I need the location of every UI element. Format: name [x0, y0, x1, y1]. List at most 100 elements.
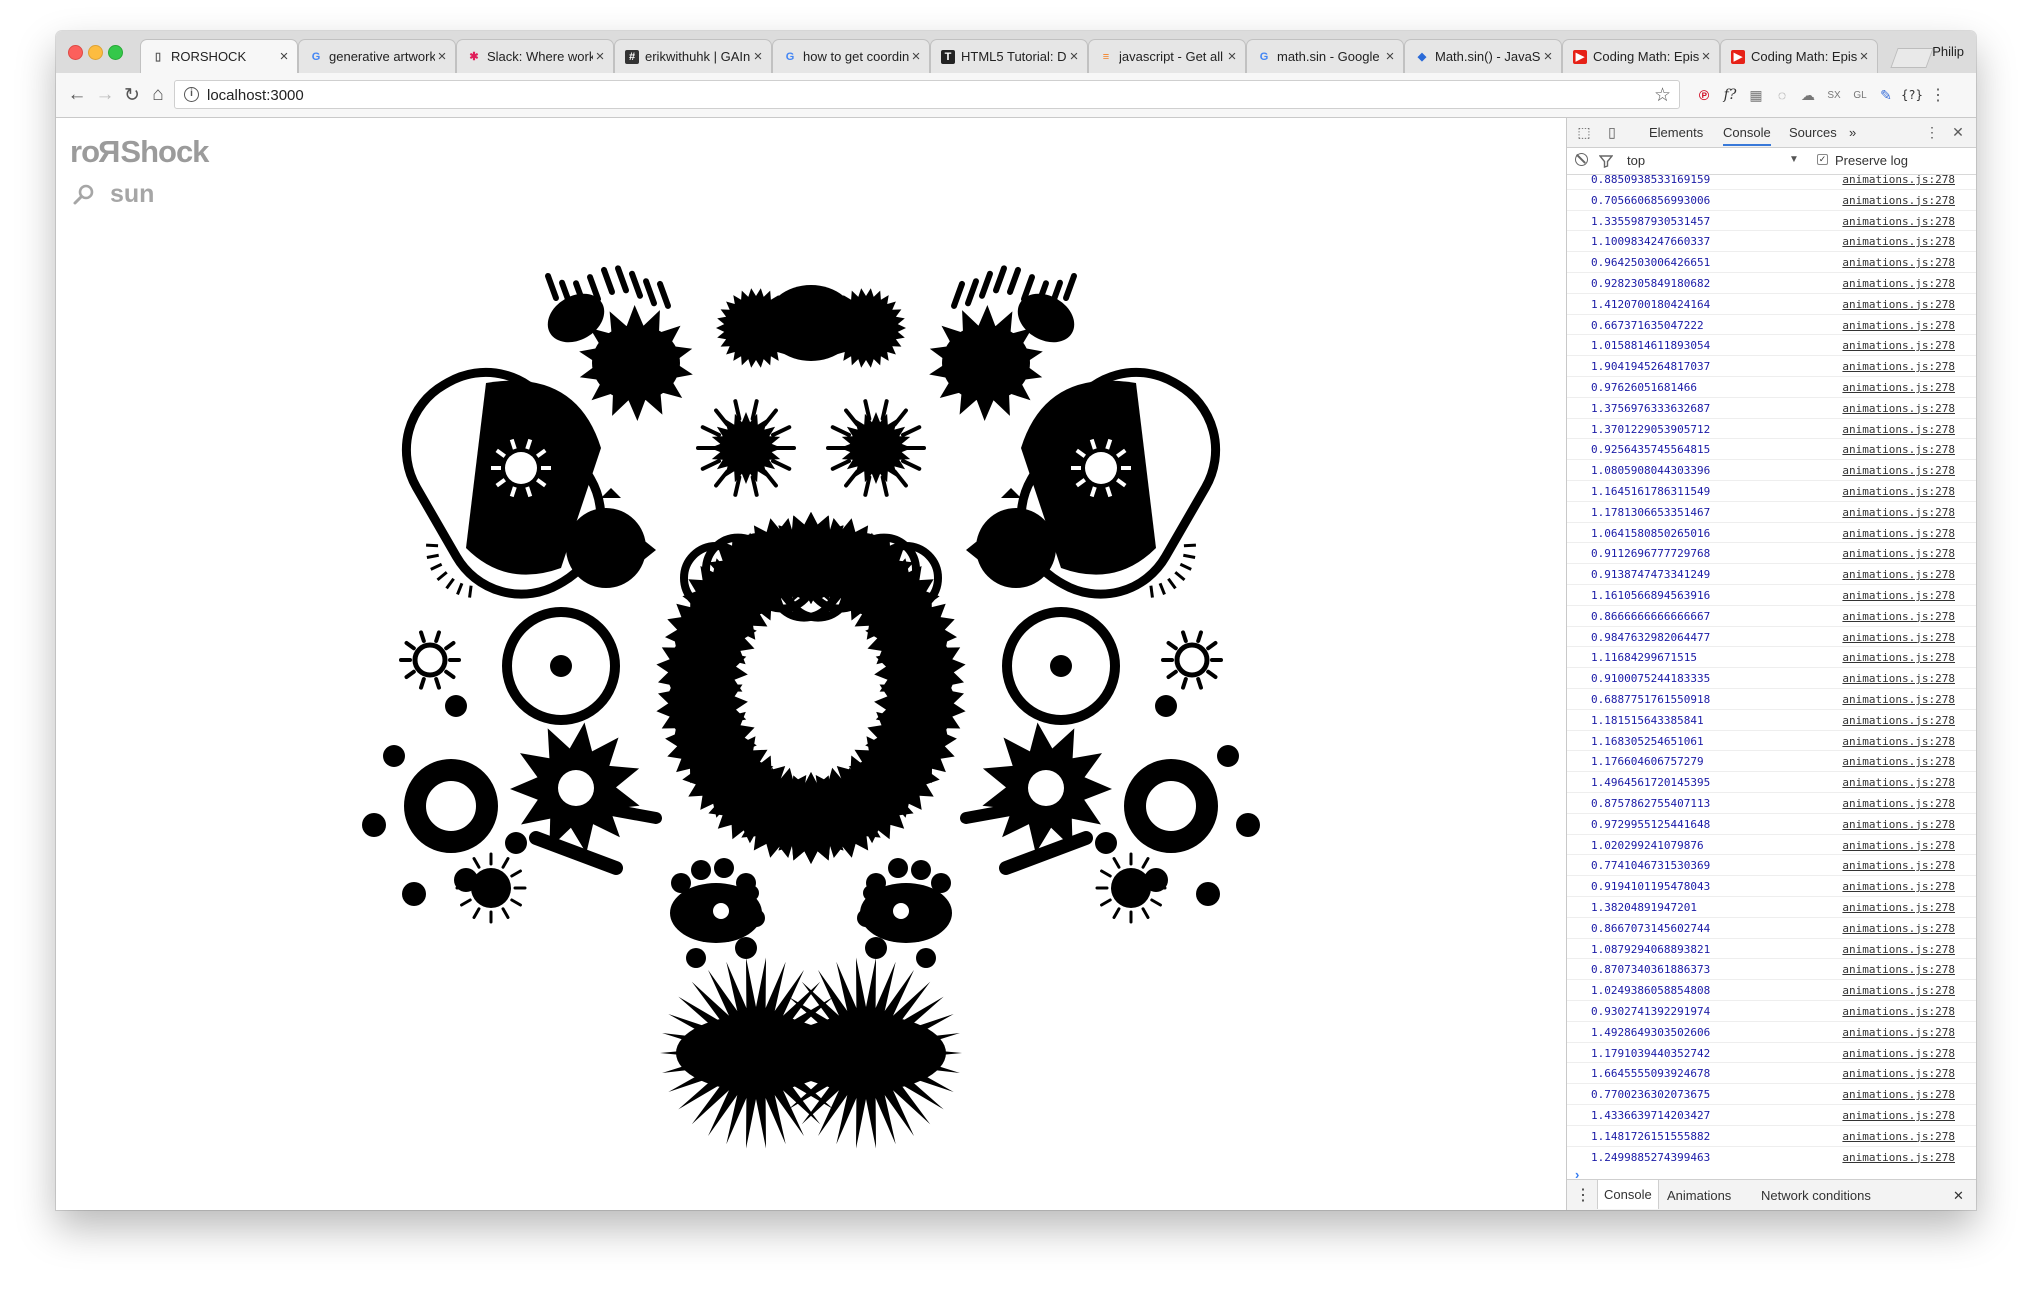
inspect-element-icon[interactable]: ⬚	[1575, 123, 1593, 141]
log-source-link[interactable]: animations.js:278	[1842, 735, 1955, 748]
log-source-link[interactable]: animations.js:278	[1842, 1151, 1955, 1163]
context-selector[interactable]: top	[1627, 153, 1645, 168]
log-source-link[interactable]: animations.js:278	[1842, 215, 1955, 228]
close-window-button[interactable]	[68, 45, 83, 60]
filter-icon[interactable]	[1599, 154, 1613, 168]
log-source-link[interactable]: animations.js:278	[1842, 381, 1955, 394]
log-source-link[interactable]: animations.js:278	[1842, 464, 1955, 477]
log-source-link[interactable]: animations.js:278	[1842, 527, 1955, 540]
browser-tab[interactable]: T HTML5 Tutorial: D ×	[930, 39, 1088, 73]
chevron-down-icon[interactable]: ▼	[1789, 154, 1799, 165]
log-source-link[interactable]: animations.js:278	[1842, 339, 1955, 352]
log-source-link[interactable]: animations.js:278	[1842, 984, 1955, 997]
log-source-link[interactable]: animations.js:278	[1842, 818, 1955, 831]
drawer-tab-network-conditions[interactable]: Network conditions	[1761, 1188, 1871, 1203]
browser-tab[interactable]: ✱ Slack: Where work ×	[456, 39, 614, 73]
log-source-link[interactable]: animations.js:278	[1842, 901, 1955, 914]
log-source-link[interactable]: animations.js:278	[1842, 506, 1955, 519]
log-source-link[interactable]: animations.js:278	[1842, 319, 1955, 332]
close-tab-icon[interactable]: ×	[593, 48, 607, 65]
log-source-link[interactable]: animations.js:278	[1842, 1067, 1955, 1080]
gl-extension-icon[interactable]: GL	[1850, 85, 1870, 105]
log-source-link[interactable]: animations.js:278	[1842, 693, 1955, 706]
close-tab-icon[interactable]: ×	[1699, 48, 1713, 65]
preserve-log-checkbox[interactable]: ✓	[1817, 154, 1828, 165]
log-source-link[interactable]: animations.js:278	[1842, 423, 1955, 436]
json-extension-icon[interactable]: {?}	[1901, 85, 1923, 105]
zoom-window-button[interactable]	[108, 45, 123, 60]
back-arrow-icon[interactable]: ←	[64, 82, 90, 108]
tab-elements[interactable]: Elements	[1649, 125, 1703, 140]
log-source-link[interactable]: animations.js:278	[1842, 839, 1955, 852]
tab-sources[interactable]: Sources	[1789, 125, 1837, 140]
more-tabs-icon[interactable]: »	[1849, 125, 1856, 140]
log-source-link[interactable]: animations.js:278	[1842, 402, 1955, 415]
log-source-link[interactable]: animations.js:278	[1842, 547, 1955, 560]
browser-tab[interactable]: Ggenerative artwork ×	[298, 39, 456, 73]
log-source-link[interactable]: animations.js:278	[1842, 235, 1955, 248]
close-drawer-icon[interactable]: ✕	[1953, 1188, 1964, 1204]
site-info-icon[interactable]: i	[184, 87, 199, 102]
log-source-link[interactable]: animations.js:278	[1842, 1047, 1955, 1060]
eyedropper-icon[interactable]: ✎	[1876, 85, 1896, 105]
grid-extension-icon[interactable]: ▦	[1746, 85, 1766, 105]
url-text[interactable]: localhost:3000	[207, 87, 304, 104]
close-tab-icon[interactable]: ×	[751, 48, 765, 65]
log-source-link[interactable]: animations.js:278	[1842, 1130, 1955, 1143]
log-source-link[interactable]: animations.js:278	[1842, 194, 1955, 207]
log-source-link[interactable]: animations.js:278	[1842, 360, 1955, 373]
log-source-link[interactable]: animations.js:278	[1842, 859, 1955, 872]
log-source-link[interactable]: animations.js:278	[1842, 755, 1955, 768]
reload-icon[interactable]: ↻	[119, 82, 145, 108]
close-tab-icon[interactable]: ×	[435, 48, 449, 65]
log-source-link[interactable]: animations.js:278	[1842, 922, 1955, 935]
forward-arrow-icon[interactable]: →	[92, 82, 118, 108]
tab-console[interactable]: Console	[1723, 125, 1771, 146]
close-tab-icon[interactable]: ×	[1383, 48, 1397, 65]
function-icon[interactable]: f?	[1720, 85, 1740, 105]
log-source-link[interactable]: animations.js:278	[1842, 298, 1955, 311]
close-tab-icon[interactable]: ×	[909, 48, 923, 65]
log-source-link[interactable]: animations.js:278	[1842, 651, 1955, 664]
drawer-tab-console[interactable]: Console	[1597, 1180, 1659, 1209]
clear-console-icon[interactable]	[1575, 153, 1588, 166]
profile-name[interactable]: Philip	[1932, 44, 1964, 59]
bookmark-star-icon[interactable]: ☆	[1654, 84, 1671, 107]
log-source-link[interactable]: animations.js:278	[1842, 277, 1955, 290]
log-source-link[interactable]: animations.js:278	[1842, 943, 1955, 956]
cloud-extension-icon[interactable]: ☁	[1798, 85, 1818, 105]
device-toolbar-icon[interactable]: ▯	[1603, 123, 1621, 141]
log-source-link[interactable]: animations.js:278	[1842, 443, 1955, 456]
browser-tab[interactable]: ◆ Math.sin() - JavaS ×	[1404, 39, 1562, 73]
log-source-link[interactable]: animations.js:278	[1842, 797, 1955, 810]
browser-tab[interactable]: ▶ Coding Math: Epis ×	[1562, 39, 1720, 73]
drawer-menu-icon[interactable]: ⋮	[1575, 1185, 1591, 1205]
log-source-link[interactable]: animations.js:278	[1842, 963, 1955, 976]
sx-extension-icon[interactable]: SX	[1824, 85, 1844, 105]
address-bar[interactable]: i localhost:3000 ☆	[174, 80, 1680, 109]
browser-tab[interactable]: ▶ Coding Math: Epis ×	[1720, 39, 1878, 73]
refresh-extension-icon[interactable]: ◌	[1772, 85, 1792, 105]
close-tab-icon[interactable]: ×	[1541, 48, 1555, 65]
log-source-link[interactable]: animations.js:278	[1842, 1026, 1955, 1039]
browser-tab[interactable]: ≡ javascript - Get all ×	[1088, 39, 1246, 73]
log-source-link[interactable]: animations.js:278	[1842, 1005, 1955, 1018]
home-icon[interactable]: ⌂	[145, 82, 171, 108]
log-source-link[interactable]: animations.js:278	[1842, 589, 1955, 602]
log-source-link[interactable]: animations.js:278	[1842, 672, 1955, 685]
pinterest-icon[interactable]: ℗	[1694, 85, 1714, 105]
log-source-link[interactable]: animations.js:278	[1842, 485, 1955, 498]
new-tab-button[interactable]	[1890, 48, 1934, 68]
close-tab-icon[interactable]: ×	[1225, 48, 1239, 65]
close-tab-icon[interactable]: ×	[1067, 48, 1081, 65]
drawer-tab-animations[interactable]: Animations	[1667, 1188, 1731, 1203]
log-source-link[interactable]: animations.js:278	[1842, 1088, 1955, 1101]
log-source-link[interactable]: animations.js:278	[1842, 1109, 1955, 1122]
console-log[interactable]: 0.8850938533169159 animations.js:278 0.705…	[1567, 175, 1976, 1163]
browser-tab[interactable]: Gmath.sin - Google ×	[1246, 39, 1404, 73]
minimize-window-button[interactable]	[88, 45, 103, 60]
log-source-link[interactable]: animations.js:278	[1842, 568, 1955, 581]
close-tab-icon[interactable]: ×	[277, 48, 291, 65]
log-source-link[interactable]: animations.js:278	[1842, 776, 1955, 789]
browser-tab[interactable]: Ghow to get coordin ×	[772, 39, 930, 73]
